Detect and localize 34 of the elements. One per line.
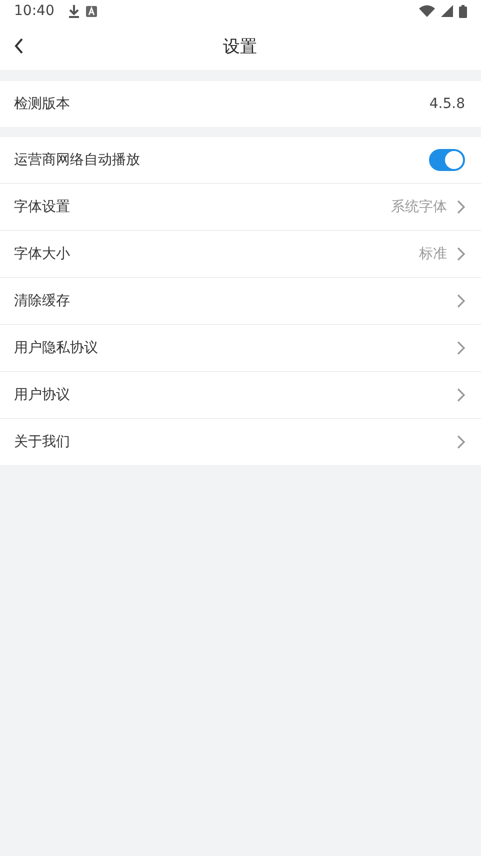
row-label: 检测版本 (14, 95, 70, 113)
settings-row[interactable]: 运营商网络自动播放 (0, 137, 481, 183)
settings-row[interactable]: 用户协议 (0, 371, 481, 418)
chevron-icon (457, 435, 465, 449)
chevron-icon (457, 341, 465, 355)
back-icon[interactable] (14, 38, 24, 54)
page-title: 设置 (223, 36, 257, 58)
row-label: 清除缓存 (14, 292, 70, 310)
row-value: 标准 (419, 245, 447, 263)
row-value: 系统字体 (391, 198, 447, 216)
row-label: 字体设置 (14, 198, 70, 216)
wifi-icon (419, 5, 435, 17)
settings-row[interactable]: 清除缓存 (0, 277, 481, 324)
download-icon (68, 4, 80, 18)
signal-icon (441, 5, 453, 17)
status-time: 10:40 (14, 3, 54, 19)
settings-row[interactable]: 用户隐私协议 (0, 324, 481, 371)
battery-icon (459, 4, 467, 18)
row-label: 字体大小 (14, 245, 70, 263)
settings-row[interactable]: 检测版本 4.5.8 (0, 81, 481, 127)
chevron-icon (457, 388, 465, 402)
row-label: 关于我们 (14, 433, 70, 451)
row-label: 用户隐私协议 (14, 339, 98, 357)
notification-icon (86, 6, 98, 16)
settings-row[interactable]: 字体设置 系统字体 (0, 183, 481, 230)
chevron-icon (457, 200, 465, 214)
settings-row[interactable]: 字体大小 标准 (0, 230, 481, 277)
chevron-icon (457, 294, 465, 308)
chevron-icon (457, 247, 465, 261)
row-label: 用户协议 (14, 386, 70, 404)
row-value: 4.5.8 (429, 96, 465, 112)
toggle-switch[interactable] (429, 149, 465, 171)
settings-row[interactable]: 关于我们 (0, 418, 481, 465)
row-label: 运营商网络自动播放 (14, 151, 140, 169)
